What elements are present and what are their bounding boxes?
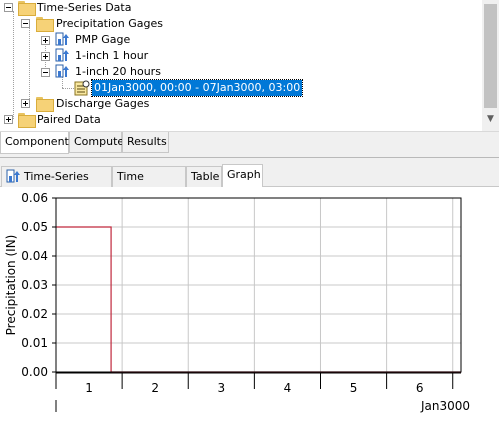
tree-item-time-window[interactable]: 01Jan3000, 00:00 - 07Jan3000, 03:00 bbox=[0, 79, 304, 97]
tree-item-precipitation-gages[interactable]: Precipitation Gages bbox=[0, 16, 163, 32]
folder-icon bbox=[18, 1, 36, 16]
tree-item-discharge-gages[interactable]: Discharge Gages bbox=[0, 96, 150, 112]
tab-compute[interactable]: Compute bbox=[69, 132, 124, 153]
gage-icon bbox=[55, 64, 69, 78]
gage-icon bbox=[55, 32, 69, 46]
component-tabs: Components Compute Results bbox=[0, 131, 499, 154]
tree-item-label: Time-Series Data bbox=[37, 1, 132, 14]
gage-icon bbox=[55, 48, 69, 62]
tree-vertical-scrollbar[interactable]: ▲ ▼ bbox=[482, 0, 499, 131]
x-tick-label: 5 bbox=[350, 381, 358, 395]
panel-splitter[interactable] bbox=[0, 157, 499, 160]
tab-graph[interactable]: Graph bbox=[222, 164, 263, 188]
tree-item-1-inch-1-hour[interactable]: 1-inch 1 hour bbox=[0, 48, 150, 64]
editor-tabs: Time-Series Gage Time Window Table Graph bbox=[0, 164, 499, 203]
expand-icon[interactable] bbox=[21, 99, 30, 108]
y-tick-label: 0.06 bbox=[21, 191, 48, 205]
time-window-icon bbox=[74, 80, 90, 96]
y-axis-label: Precipitation (IN) bbox=[4, 235, 18, 336]
collapse-icon[interactable] bbox=[21, 19, 30, 28]
y-tick-label: 0.00 bbox=[21, 365, 48, 379]
tree-item-label: Precipitation Gages bbox=[56, 17, 163, 30]
x-tick-label: 1 bbox=[85, 381, 93, 395]
y-tick-label: 0.01 bbox=[21, 336, 48, 350]
watershed-tree[interactable]: Time-Series Data Precipitation Gages PMP… bbox=[0, 0, 499, 131]
expand-icon[interactable] bbox=[4, 115, 13, 124]
y-tick-label: 0.05 bbox=[21, 220, 48, 234]
tab-components[interactable]: Components bbox=[0, 132, 75, 154]
y-tick-label: 0.02 bbox=[21, 307, 48, 321]
x-tick-label: 6 bbox=[416, 381, 424, 395]
tree-item-1-inch-20-hours[interactable]: 1-inch 20 hours bbox=[0, 64, 161, 80]
x-tick-label: 3 bbox=[217, 381, 225, 395]
tab-table[interactable]: Table bbox=[186, 166, 222, 187]
expand-icon[interactable] bbox=[41, 36, 50, 45]
expand-icon[interactable] bbox=[41, 52, 50, 61]
chart: 0.06 0.05 0.04 0.03 0.02 0.01 0.00 1 2 3 4 5 6 Prec… bbox=[4, 191, 470, 413]
tab-results[interactable]: Results bbox=[122, 132, 169, 153]
tree-item-label: Paired Data bbox=[37, 113, 101, 126]
tree-item-label: 1-inch 1 hour bbox=[75, 49, 149, 62]
x-tick-label: 4 bbox=[284, 381, 292, 395]
tree-item-label: PMP Gage bbox=[75, 33, 131, 46]
x-tick-label: 2 bbox=[151, 381, 159, 395]
precipitation-graph: 0.06 0.05 0.04 0.03 0.02 0.01 0.00 1 2 3 4 5 6 Prec… bbox=[0, 187, 499, 428]
folder-icon bbox=[36, 97, 54, 112]
tree-item-time-series-data[interactable]: Time-Series Data bbox=[0, 0, 140, 16]
scroll-down-icon[interactable]: ▼ bbox=[482, 111, 499, 128]
x-axis-label: Jan3000 bbox=[420, 399, 470, 413]
tree-item-label: 1-inch 20 hours bbox=[75, 65, 161, 78]
folder-icon bbox=[36, 17, 54, 32]
precipitation-series-line bbox=[56, 226, 461, 373]
collapse-icon[interactable] bbox=[4, 3, 13, 12]
scrollbar-thumb[interactable] bbox=[484, 4, 497, 108]
y-tick-label: 0.04 bbox=[21, 249, 48, 263]
folder-icon bbox=[18, 113, 36, 128]
y-tick-label: 0.03 bbox=[21, 278, 48, 292]
tree-item-label: 01Jan3000, 00:00 - 07Jan3000, 03:00 bbox=[90, 79, 304, 97]
collapse-icon[interactable] bbox=[41, 68, 50, 77]
tab-time-series-gage[interactable]: Time-Series Gage bbox=[1, 166, 112, 203]
tree-item-paired-data[interactable]: Paired Data bbox=[0, 112, 120, 128]
tab-time-window[interactable]: Time Window bbox=[112, 166, 186, 203]
tree-item-pmp-gage[interactable]: PMP Gage bbox=[0, 32, 140, 48]
gage-icon bbox=[6, 169, 20, 183]
tree-item-label: Discharge Gages bbox=[56, 97, 150, 110]
